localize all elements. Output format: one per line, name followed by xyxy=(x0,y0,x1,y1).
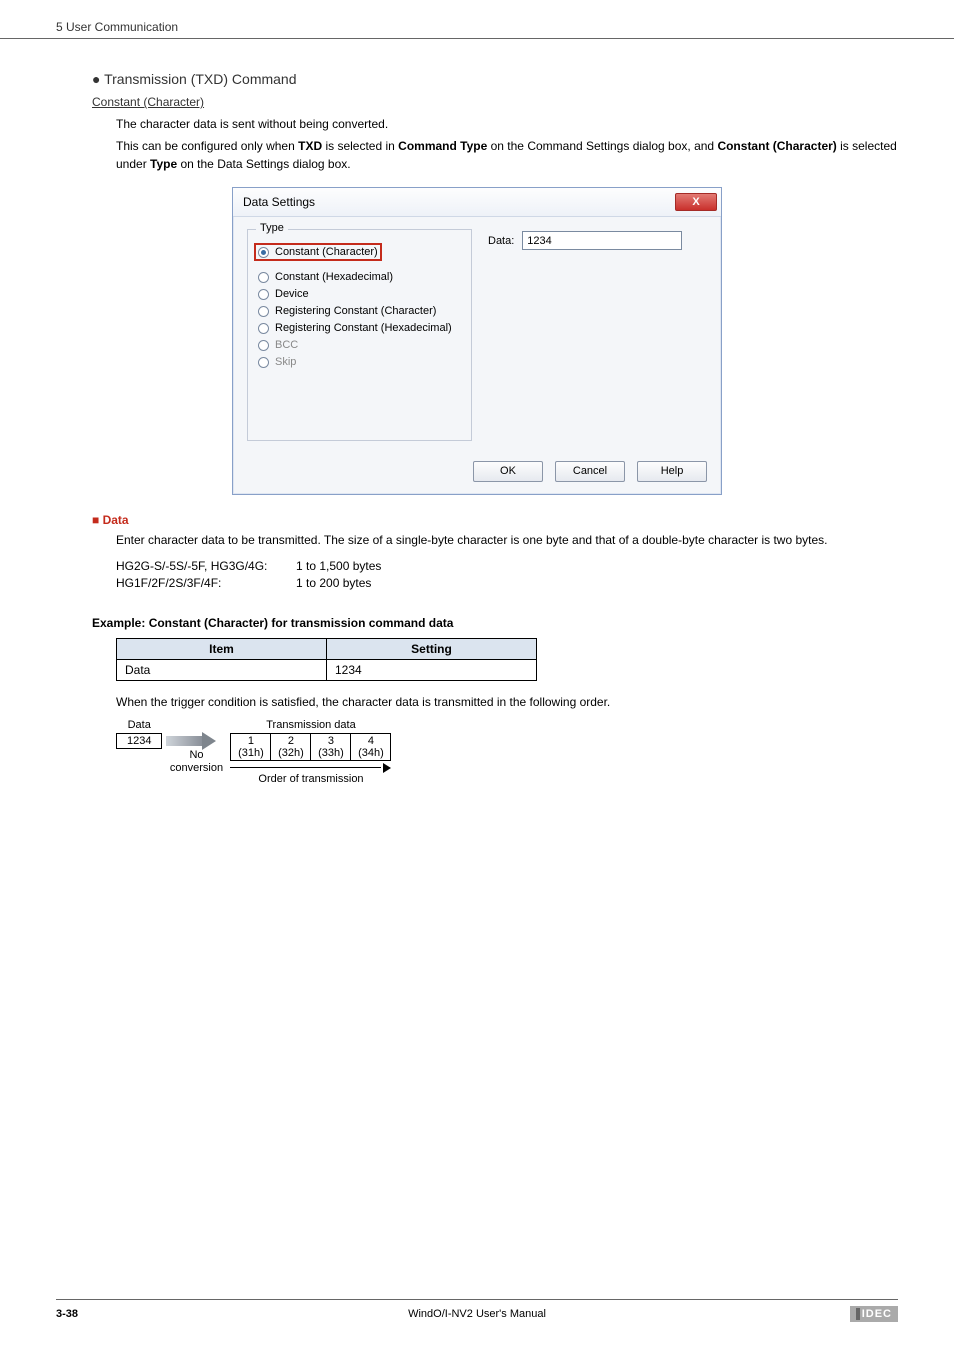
text-fragment: conversion xyxy=(170,762,223,774)
radio-label: Registering Constant (Hexadecimal) xyxy=(275,322,452,334)
th-item: Item xyxy=(117,639,327,660)
bold-type: Type xyxy=(150,157,177,171)
spec-value: 1 to 200 bytes xyxy=(296,576,371,590)
td-item: Data xyxy=(117,660,327,681)
table-row: Data 1234 xyxy=(117,660,537,681)
text-fragment: is selected in xyxy=(322,139,398,153)
radio-icon xyxy=(258,323,269,334)
radio-icon xyxy=(258,340,269,351)
data-input[interactable] xyxy=(522,231,682,250)
radio-constant-hexadecimal[interactable]: Constant (Hexadecimal) xyxy=(258,271,461,283)
table-row: 1(31h) 2(32h) 3(33h) 4(34h) xyxy=(231,734,391,761)
text-fragment: on the Command Settings dialog box, and xyxy=(487,139,717,153)
ok-button[interactable]: OK xyxy=(473,461,543,482)
type-fieldset: Type Constant (Character) Constant (Hexa… xyxy=(247,229,472,441)
intro-line-2: This can be configured only when TXD is … xyxy=(116,137,898,173)
order-arrow-icon xyxy=(230,763,391,773)
radio-label: Device xyxy=(275,288,309,300)
data-field-row: Data: xyxy=(488,231,707,250)
intro-line-1: The character data is sent without being… xyxy=(116,115,898,133)
radio-label: Constant (Hexadecimal) xyxy=(275,271,393,283)
spec-value: 1 to 1,500 bytes xyxy=(296,559,381,573)
radio-device[interactable]: Device xyxy=(258,288,461,300)
text-fragment: on the Data Settings dialog box. xyxy=(177,157,350,171)
dialog-body: Type Constant (Character) Constant (Hexa… xyxy=(233,217,721,455)
help-button[interactable]: Help xyxy=(637,461,707,482)
radio-label: BCC xyxy=(275,339,298,351)
diagram-data-box: 1234 xyxy=(116,733,162,749)
diagram-data-column: Data 1234 xyxy=(116,719,162,749)
data-column: Data: xyxy=(488,229,707,441)
chapter-title: 5 User Communication xyxy=(56,20,178,34)
arrow-icon xyxy=(166,733,216,749)
byte-cell: 4(34h) xyxy=(351,734,391,761)
radio-skip: Skip xyxy=(258,356,461,368)
order-of-transmission-label: Order of transmission xyxy=(230,773,391,785)
byte-cell: 2(32h) xyxy=(271,734,311,761)
radio-icon xyxy=(258,272,269,283)
bold-txd: TXD xyxy=(298,139,322,153)
diagram-data-label: Data xyxy=(116,719,162,731)
radio-label: Registering Constant (Character) xyxy=(275,305,436,317)
byte-cell: 1(31h) xyxy=(231,734,271,761)
byte-cell: 3(33h) xyxy=(311,734,351,761)
th-setting: Setting xyxy=(327,639,537,660)
radio-icon xyxy=(258,247,269,258)
page-footer: 3-38 WindO/I-NV2 User's Manual IDEC xyxy=(56,1299,898,1322)
example-table: Item Setting Data 1234 xyxy=(116,638,537,681)
spec-row-1: HG2G-S/-5S/-5F, HG3G/4G: 1 to 1,500 byte… xyxy=(116,559,898,573)
dialog-footer: OK Cancel Help xyxy=(233,455,721,494)
example-heading: Example: Constant (Character) for transm… xyxy=(92,616,898,630)
radio-label: Constant (Character) xyxy=(275,246,378,258)
diagram-arrow-block: No conversion xyxy=(166,733,226,775)
cancel-button[interactable]: Cancel xyxy=(555,461,625,482)
radio-icon xyxy=(258,306,269,317)
manual-title: WindO/I-NV2 User's Manual xyxy=(56,1308,898,1320)
bold-command-type: Command Type xyxy=(398,139,487,153)
radio-label: Skip xyxy=(275,356,296,368)
radio-registering-constant-hexadecimal[interactable]: Registering Constant (Hexadecimal) xyxy=(258,322,461,334)
transmission-data-title: Transmission data xyxy=(230,719,391,731)
dialog-titlebar: Data Settings X xyxy=(233,188,721,217)
transmission-data-column: Transmission data 1(31h) 2(32h) 3(33h) 4… xyxy=(230,719,391,785)
data-label: Data: xyxy=(488,235,514,247)
radio-constant-character[interactable]: Constant (Character) xyxy=(254,243,382,261)
data-subheading: ■ Data xyxy=(92,513,898,527)
page-header: 5 User Communication xyxy=(0,0,954,39)
transmission-diagram: Data 1234 No conversion Transmission dat… xyxy=(116,719,898,785)
section-heading-txd: ● Transmission (TXD) Command xyxy=(92,71,898,87)
data-subheading-text: ■ Data xyxy=(92,513,129,527)
text-fragment: This can be configured only when xyxy=(116,139,298,153)
dialog-title: Data Settings xyxy=(243,195,315,209)
table-header-row: Item Setting xyxy=(117,639,537,660)
subheading-constant-character: Constant (Character) xyxy=(92,95,898,109)
radio-registering-constant-character[interactable]: Registering Constant (Character) xyxy=(258,305,461,317)
spec-key: HG2G-S/-5S/-5F, HG3G/4G: xyxy=(116,559,296,573)
trigger-text: When the trigger condition is satisfied,… xyxy=(116,695,898,709)
text-fragment: No xyxy=(189,749,203,761)
radio-bcc: BCC xyxy=(258,339,461,351)
bold-constant-character: Constant (Character) xyxy=(717,139,836,153)
radio-icon xyxy=(258,357,269,368)
radio-icon xyxy=(258,289,269,300)
spec-row-2: HG1F/2F/2S/3F/4F: 1 to 200 bytes xyxy=(116,576,898,590)
data-settings-dialog: Data Settings X Type Constant (Character… xyxy=(232,187,722,495)
data-description: Enter character data to be transmitted. … xyxy=(116,531,898,549)
spec-key: HG1F/2F/2S/3F/4F: xyxy=(116,576,296,590)
td-setting: 1234 xyxy=(327,660,537,681)
no-conversion-label: No conversion xyxy=(166,749,226,775)
byte-table: 1(31h) 2(32h) 3(33h) 4(34h) xyxy=(230,733,391,761)
dialog-close-button[interactable]: X xyxy=(675,193,717,211)
type-legend: Type xyxy=(256,222,288,234)
page-content: ● Transmission (TXD) Command Constant (C… xyxy=(0,39,954,785)
byte-specs: HG2G-S/-5S/-5F, HG3G/4G: 1 to 1,500 byte… xyxy=(116,559,898,590)
